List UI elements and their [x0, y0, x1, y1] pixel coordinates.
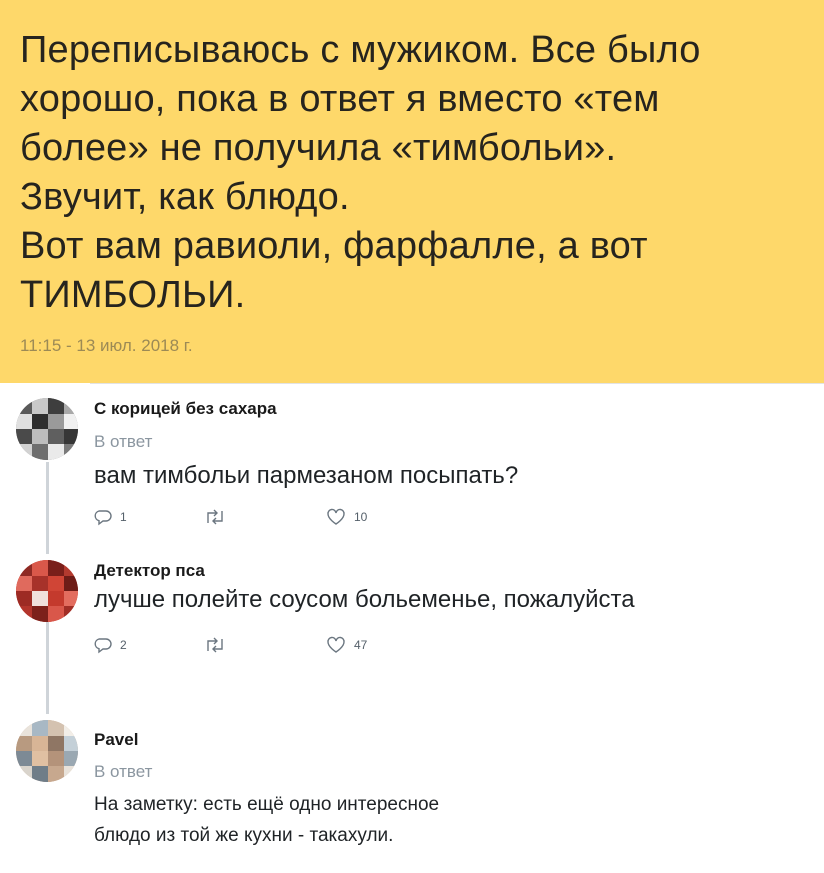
reply-icon: [94, 510, 112, 526]
like-icon: [327, 508, 345, 525]
comment-text: вам тимбольи пармезаном посыпать?: [94, 462, 519, 489]
post-timestamp[interactable]: 11:15 - 13 июл. 2018 г.: [20, 336, 193, 356]
reply-label: В ответ: [94, 432, 153, 451]
like-button[interactable]: 47: [326, 636, 367, 654]
post-line: более» не получила «тимбольи».: [20, 127, 617, 169]
post-text: Переписываюсь с мужиком. Все было хорошо…: [20, 26, 810, 320]
comment-author[interactable]: Pavel: [94, 730, 138, 750]
avatar[interactable]: [16, 560, 78, 622]
reply-button[interactable]: 2: [94, 636, 127, 654]
comment-text: На заметку: есть ещё одно интересное: [94, 794, 440, 815]
main-post: Переписываюсь с мужиком. Все было хорошо…: [0, 0, 824, 383]
post-line: Вот вам равиоли, фарфалле, а вот: [20, 225, 648, 267]
retweet-icon: [207, 509, 223, 525]
comment-author[interactable]: С корицей без сахара: [94, 399, 277, 419]
like-button[interactable]: 10: [326, 508, 367, 526]
reply-count: 2: [120, 638, 127, 652]
retweet-button[interactable]: [204, 508, 226, 526]
thread-line: [46, 462, 49, 554]
post-line: хорошо, пока в ответ я вместо «тем: [20, 78, 660, 120]
reply-button[interactable]: 1: [94, 508, 127, 526]
retweet-icon: [207, 637, 223, 653]
comment-author[interactable]: Детектор пса: [94, 561, 205, 581]
like-count: 47: [354, 638, 368, 652]
comment-text: лучше полейте соусом больеменье, пожалуй…: [94, 586, 635, 613]
post-line: ТИМБОЛЬИ.: [20, 274, 246, 316]
retweet-button[interactable]: [204, 636, 226, 654]
post-line: Звучит, как блюдо.: [20, 176, 350, 218]
reply-icon: [94, 638, 112, 654]
like-icon: [327, 636, 345, 653]
divider: [90, 383, 824, 384]
avatar[interactable]: [16, 398, 78, 460]
reply-count: 1: [120, 510, 127, 524]
post-line: Переписываюсь с мужиком. Все было: [20, 29, 701, 71]
thread-line: [46, 622, 49, 714]
like-count: 10: [354, 510, 368, 524]
comment-text: блюдо из той же кухни - такахули.: [94, 825, 394, 846]
avatar[interactable]: [16, 720, 78, 782]
reply-label: В ответ: [94, 762, 153, 781]
